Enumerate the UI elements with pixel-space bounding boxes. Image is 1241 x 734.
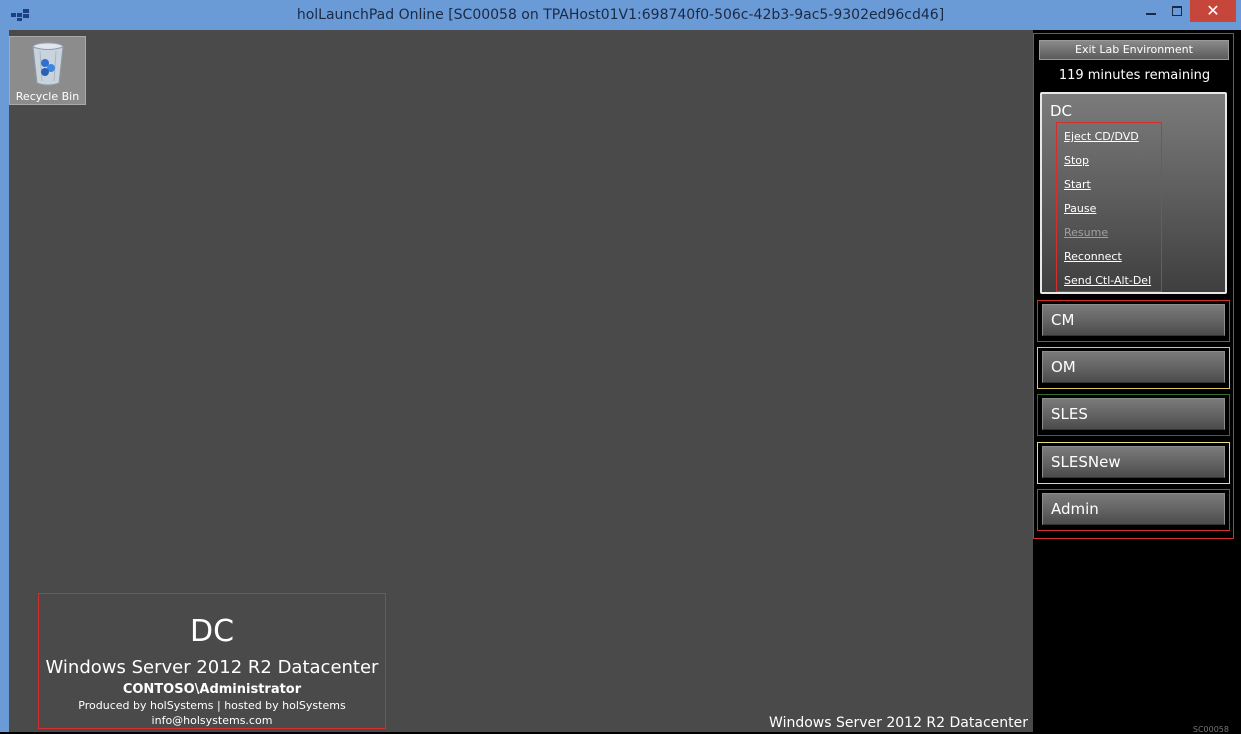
info-produced-by: Produced by holSystems | hosted by holSy… [78,699,346,712]
vm-button-admin[interactable]: Admin [1042,493,1225,525]
resume-link: Resume [1064,226,1109,239]
vm-slot-admin: Admin [1037,489,1230,531]
control-panel: Exit Lab Environment 119 minutes remaini… [1033,30,1241,734]
vm-slot-sles: SLES [1037,394,1230,436]
window-title: holLaunchPad Online [SC00058 on TPAHost0… [296,7,945,23]
maximize-button[interactable] [1164,0,1192,22]
start-link[interactable]: Start [1064,178,1091,192]
window-frame-left [0,30,9,732]
info-os: Windows Server 2012 R2 Datacenter [45,657,379,678]
vm-info-box: DC Windows Server 2012 R2 Datacenter CON… [38,593,386,729]
recycle-bin[interactable]: Recycle Bin [9,36,86,105]
maximize-icon [1172,6,1182,16]
send-ctl-alt-del-link[interactable]: Send Ctl-Alt-Del [1064,274,1151,288]
vm-slot-om: OM [1037,347,1230,389]
vm-button-sles[interactable]: SLES [1042,398,1225,430]
close-button[interactable]: ✕ [1190,0,1236,22]
vm-button-cm[interactable]: CM [1042,304,1225,336]
info-email: info@holsystems.com [151,714,273,727]
vm-button-slesnew[interactable]: SLESNew [1042,446,1225,478]
recycle-bin-icon [32,42,64,86]
time-remaining: 119 minutes remaining [1058,68,1211,83]
info-user: CONTOSO\Administrator [122,682,302,697]
info-vm-name: DC [189,614,235,649]
stop-link[interactable]: Stop [1064,154,1089,168]
vm-card-dc[interactable]: DC Eject CD/DVD Stop Start Pause Resume … [1040,92,1227,294]
vm-slot-slesnew: SLESNew [1037,442,1230,484]
title-bar: holLaunchPad Online [SC00058 on TPAHost0… [0,0,1241,30]
eject-cd-link[interactable]: Eject CD/DVD [1064,130,1139,144]
vm-button-om[interactable]: OM [1042,351,1225,383]
close-icon: ✕ [1206,1,1220,20]
minimize-icon [1146,13,1156,15]
control-panel-outline: Exit Lab Environment 119 minutes remaini… [1033,33,1234,539]
exit-lab-button[interactable]: Exit Lab Environment [1039,40,1229,60]
pause-link[interactable]: Pause [1064,202,1096,216]
os-footer: Windows Server 2012 R2 Datacenter [769,715,1028,731]
vm-action-list: Eject CD/DVD Stop Start Pause Resume Rec… [1056,122,1162,292]
vm-card-title: DC [1050,102,1073,120]
recycle-bin-label: Recycle Bin [15,90,80,103]
remote-desktop[interactable]: Recycle Bin DC Windows Server 2012 R2 Da… [9,30,1033,732]
minimize-button[interactable] [1137,0,1165,22]
session-tag: SC00058 [1192,725,1229,734]
vm-slot-cm: CM [1037,300,1230,342]
reconnect-link[interactable]: Reconnect [1064,250,1122,264]
